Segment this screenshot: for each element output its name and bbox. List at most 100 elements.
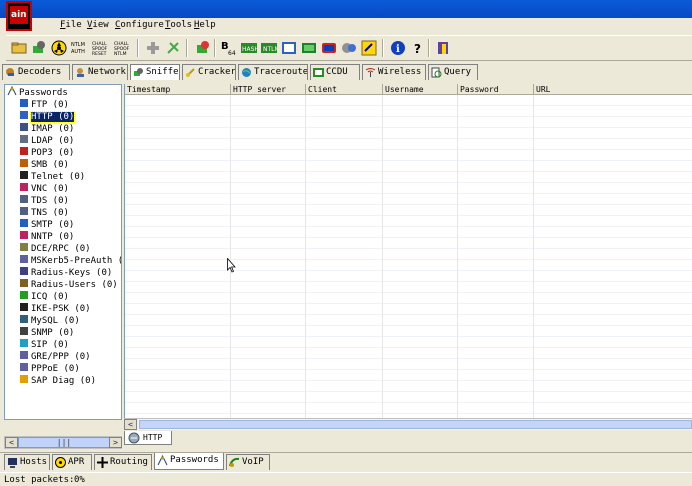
http-icon xyxy=(20,111,28,119)
menu-configure[interactable]: Configure xyxy=(115,20,164,30)
table-horizontal-scrollbar[interactable]: < xyxy=(124,418,692,430)
ntlm-auth-icon[interactable]: NTLM AUTH xyxy=(70,39,88,57)
tab-ccdu[interactable]: CCDU xyxy=(310,64,360,80)
add-icon[interactable] xyxy=(144,39,162,57)
tree-item-http[interactable]: HTTP (0) xyxy=(19,110,76,123)
open-folder-icon[interactable] xyxy=(10,39,28,57)
base64-icon[interactable]: B 64 xyxy=(220,39,238,57)
about-icon[interactable]: i xyxy=(389,39,407,57)
tree-item-label: IKE-PSK (0) xyxy=(31,304,91,314)
menu-help[interactable]: Help xyxy=(194,20,216,30)
tree-item-label: SMTP (0) xyxy=(31,220,75,230)
tree-item-pop3[interactable]: POP3 (0) xyxy=(19,146,74,158)
pop3-icon xyxy=(20,147,28,155)
table-header: Timestamp HTTP server Client Username Pa… xyxy=(125,84,692,95)
passwords-tree[interactable]: Passwords FTP (0) HTTP (0) IMAP (0) LDAP (0… xyxy=(4,84,122,420)
scroll-left-button[interactable]: < xyxy=(5,437,18,448)
tab-label: Passwords xyxy=(170,455,219,465)
column-header-timestamp[interactable]: Timestamp xyxy=(125,84,231,95)
tree-item-label: TNS (0) xyxy=(31,208,69,218)
tab-cracker[interactable]: Cracker xyxy=(182,64,236,80)
column-header-url[interactable]: URL xyxy=(534,84,692,95)
chall-spoof-ntlm-icon[interactable]: CHALL SPOOF NTLM xyxy=(114,39,132,57)
tab-label: Network xyxy=(88,67,126,77)
exit-icon[interactable] xyxy=(434,39,452,57)
tab-hosts[interactable]: Hosts xyxy=(4,454,50,470)
tree-item-gre-ppp[interactable]: GRE/PPP (0) xyxy=(19,350,91,362)
remove-icon[interactable] xyxy=(164,39,182,57)
tree-item-telnet[interactable]: Telnet (0) xyxy=(19,170,85,182)
ldap-icon xyxy=(20,135,28,143)
icq-icon xyxy=(20,291,28,299)
hosts-icon xyxy=(8,458,17,468)
hash-icon[interactable]: HASH xyxy=(240,39,259,57)
tree-item-ike-psk[interactable]: IKE-PSK (0) xyxy=(19,302,91,314)
scrollbar-thumb[interactable] xyxy=(139,420,692,429)
keys-icon[interactable] xyxy=(360,39,378,57)
tab-apr[interactable]: APR xyxy=(52,454,92,470)
column-header-http-server[interactable]: HTTP server xyxy=(231,84,306,95)
route-icon[interactable] xyxy=(300,39,318,57)
toolbar: NTLM AUTH CHALL SPOOF RESET CHALL SPOOF NTLM … xyxy=(6,35,692,61)
tree-item-tns[interactable]: TNS (0) xyxy=(19,206,69,218)
lm-icon[interactable]: NTLM xyxy=(260,39,280,57)
tab-voip[interactable]: VoIP xyxy=(226,454,270,470)
tree-item-snmp[interactable]: SNMP (0) xyxy=(19,326,74,338)
menu-file[interactable]: File xyxy=(60,20,82,30)
scrollbar-thumb[interactable]: ||| xyxy=(18,437,110,448)
tree-item-imap[interactable]: IMAP (0) xyxy=(19,122,74,134)
help-icon[interactable]: ? xyxy=(409,39,427,57)
tab-passwords[interactable]: Passwords xyxy=(154,453,224,470)
menu-view[interactable]: View xyxy=(87,20,109,30)
tree-item-smtp[interactable]: SMTP (0) xyxy=(19,218,74,230)
tree-horizontal-scrollbar[interactable]: < ||| > xyxy=(4,436,122,449)
tree-item-mskerb5-preauth[interactable]: MSKerb5-PreAuth (0) xyxy=(19,254,121,266)
chall-spoof-reset-icon[interactable]: CHALL SPOOF RESET xyxy=(92,39,110,57)
tab-routing[interactable]: Routing xyxy=(94,454,152,470)
tree-item-tds[interactable]: TDS (0) xyxy=(19,194,69,206)
tab-wireless[interactable]: Wireless xyxy=(362,64,426,80)
network-icon[interactable] xyxy=(320,39,338,57)
clear-icon[interactable] xyxy=(280,39,298,57)
tree-item-pppoe[interactable]: PPPoE (0) xyxy=(19,362,80,374)
svg-text:NTLM: NTLM xyxy=(263,46,278,53)
tree-item-mysql[interactable]: MySQL (0) xyxy=(19,314,80,326)
column-header-client[interactable]: Client xyxy=(306,84,383,95)
tree-item-nntp[interactable]: NNTP (0) xyxy=(19,230,74,242)
tree-item-vnc[interactable]: VNC (0) xyxy=(19,182,69,194)
start-sniffer-icon[interactable] xyxy=(30,39,48,57)
scroll-right-button[interactable]: > xyxy=(109,437,122,448)
tree-item-radius-keys[interactable]: Radius-Keys (0) xyxy=(19,266,112,278)
column-header-password[interactable]: Password xyxy=(458,84,534,95)
menu-tools[interactable]: Tools xyxy=(165,20,192,30)
snmp-icon xyxy=(20,327,28,335)
passwords-icon xyxy=(7,86,17,96)
tab-sniffer[interactable]: Sniffer xyxy=(130,64,180,80)
start-apr-icon[interactable] xyxy=(50,39,68,57)
tab-traceroute[interactable]: Traceroute xyxy=(238,64,308,80)
column-header-username[interactable]: Username xyxy=(383,84,458,95)
tree-item-label: VNC (0) xyxy=(31,184,69,194)
tree-item-ftp[interactable]: FTP (0) xyxy=(19,98,69,110)
app-logo-icon[interactable]: ain xyxy=(6,1,32,31)
subtab-http[interactable]: HTTP xyxy=(124,431,172,445)
tab-query[interactable]: Query xyxy=(428,64,478,80)
tab-network[interactable]: Network xyxy=(72,64,128,80)
tree-item-smb[interactable]: SMB (0) xyxy=(19,158,69,170)
tree-item-ldap[interactable]: LDAP (0) xyxy=(19,134,74,146)
scroll-left-button[interactable]: < xyxy=(124,419,137,430)
status-bar: Lost packets: 0% xyxy=(0,472,692,486)
tree-item-sap[interactable]: SAP Diag (0) xyxy=(19,374,96,386)
tree-item-dce-rpc[interactable]: DCE/RPC (0) xyxy=(19,242,91,254)
wireless-icon[interactable] xyxy=(340,39,358,57)
tree-item-sip[interactable]: SIP (0) xyxy=(19,338,69,350)
imap-icon xyxy=(20,123,28,131)
tab-decoders[interactable]: Decoders xyxy=(2,64,70,80)
import-icon[interactable] xyxy=(194,39,212,57)
tree-item-icq[interactable]: ICQ (0) xyxy=(19,290,69,302)
tree-item-label: Telnet (0) xyxy=(31,172,86,182)
table-body[interactable] xyxy=(125,95,692,418)
tab-label: VoIP xyxy=(242,457,264,467)
tree-root-passwords[interactable]: Passwords xyxy=(7,86,68,98)
tree-item-radius-users[interactable]: Radius-Users (0) xyxy=(19,278,118,290)
